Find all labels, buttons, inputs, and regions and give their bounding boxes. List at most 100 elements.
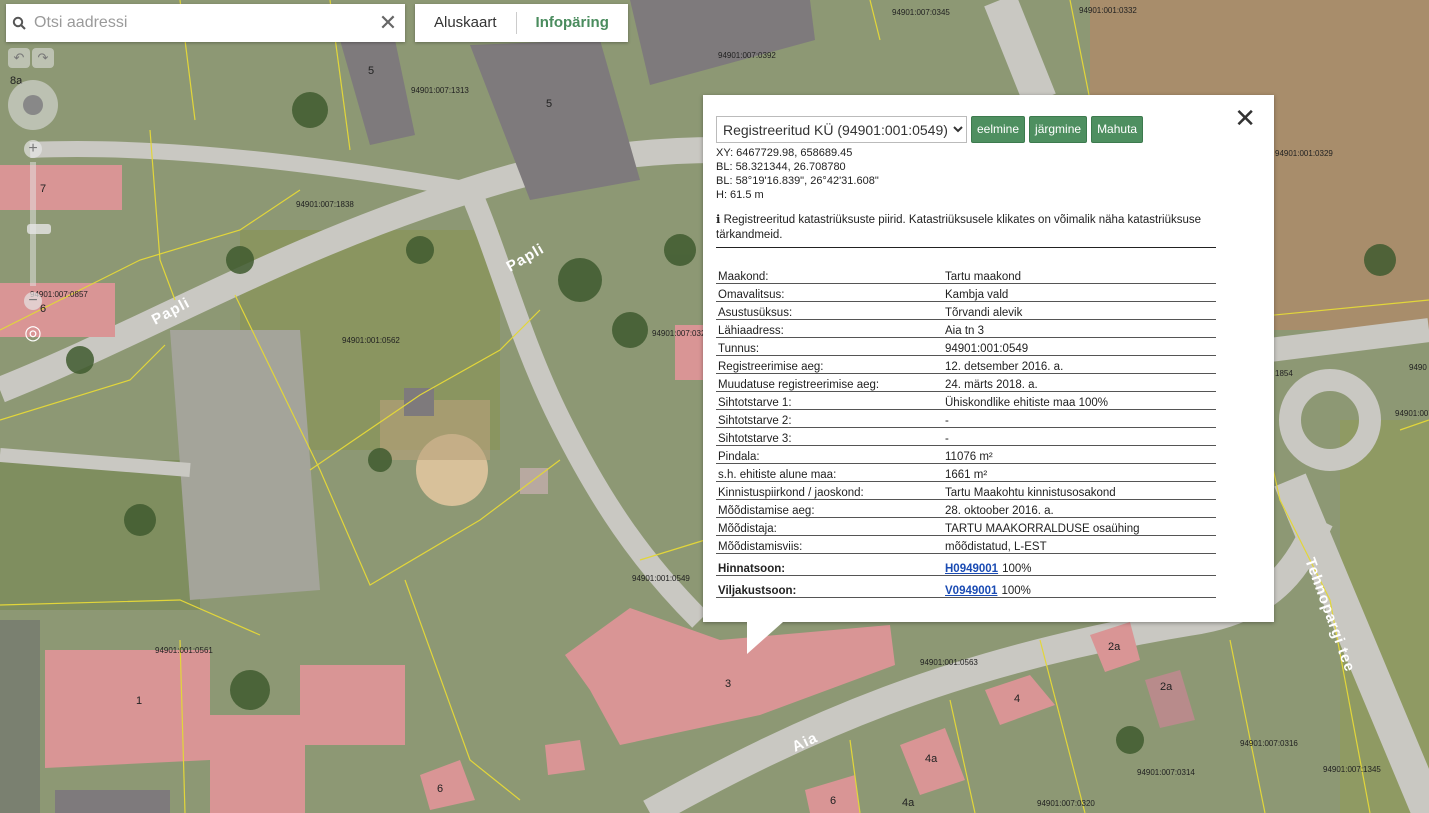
- attribute-value: -: [943, 409, 1216, 428]
- parcel-label: 9490: [1409, 363, 1427, 372]
- parcel-label: 94901:001:0563: [920, 658, 978, 667]
- parcel-label: 94901:007:0320: [1037, 799, 1095, 808]
- info-popup: ✕ Registreeritud KÜ (94901:001:0549) eel…: [703, 95, 1274, 654]
- info-icon: ℹ: [716, 214, 721, 226]
- attribute-value: mõõdistatud, L-EST: [943, 535, 1216, 554]
- attribute-key: Asustusüksus:: [716, 301, 943, 320]
- building-number: 6: [437, 783, 443, 795]
- attribute-value: 1661 m²: [943, 463, 1216, 482]
- parcel-label: 94901:001:0561: [155, 646, 213, 655]
- table-row: Maakond: Tartu maakond: [716, 266, 1216, 284]
- zone-link[interactable]: V0949001: [945, 585, 997, 597]
- table-row: Mõõdistamisviis: mõõdistatud, L-EST: [716, 535, 1216, 554]
- zone-link[interactable]: H0949001: [945, 563, 998, 575]
- attribute-key: s.h. ehitiste alune maa:: [716, 463, 943, 482]
- attribute-key: Sihtotstarve 1:: [716, 391, 943, 410]
- attribute-value: 28. oktoober 2016. a.: [943, 499, 1216, 518]
- building-number: 1: [136, 695, 142, 707]
- attribute-key: Sihtotstarve 3:: [716, 427, 943, 446]
- attribute-value: Aia tn 3: [943, 319, 1216, 338]
- parcel-label: 94901:007:0314: [1137, 768, 1195, 777]
- parcel-attributes-table: Maakond: Tartu maakond Omavalitsus: Kambja …: [716, 266, 1216, 598]
- parcel-label: 1854: [1275, 369, 1293, 378]
- popup-toolbar: Registreeritud KÜ (94901:001:0549) eelmi…: [716, 116, 1144, 143]
- close-icon[interactable]: ✕: [1234, 105, 1256, 131]
- popup-pointer: [747, 622, 783, 654]
- attribute-key: Hinnatsoon:: [716, 553, 943, 576]
- attribute-key: Pindala:: [716, 445, 943, 464]
- parcel-label: 94901:007:1838: [296, 200, 354, 209]
- attribute-value: TARTU MAAKORRALDUSE osaühing: [943, 517, 1216, 536]
- attribute-key: Muudatuse registreerimise aeg:: [716, 373, 943, 392]
- attribute-value: Tartu Maakohtu kinnistusosakond: [943, 481, 1216, 500]
- table-row: Registreerimise aeg: 12. detsember 2016. …: [716, 355, 1216, 374]
- coord-bl-decimal: BL: 58.321344, 26.708780: [716, 161, 846, 173]
- layer-select[interactable]: Registreeritud KÜ (94901:001:0549): [716, 116, 967, 143]
- zone-percent: 100%: [1002, 563, 1032, 575]
- mode-tabs: Aluskaart Infopäring: [415, 4, 628, 42]
- tab-aluskaart[interactable]: Aluskaart: [415, 12, 516, 34]
- table-row: Sihtotstarve 2: -: [716, 409, 1216, 428]
- building-number: 2a: [1160, 681, 1173, 693]
- attribute-value: 94901:001:0549: [943, 337, 1216, 356]
- zoom-in-button[interactable]: +: [24, 140, 42, 158]
- attribute-key: Tunnus:: [716, 337, 943, 356]
- attribute-value: -: [943, 427, 1216, 446]
- parcel-label: 94901:007:0345: [892, 8, 950, 17]
- history-nav: ↶ ↷: [8, 48, 54, 68]
- zoom-track[interactable]: [27, 162, 51, 286]
- forward-arrow-icon[interactable]: ↷: [32, 48, 54, 68]
- zoom-slider[interactable]: + −: [24, 140, 51, 310]
- attribute-value: H0949001 100%: [943, 553, 1216, 576]
- attribute-value: Kambja vald: [943, 283, 1216, 302]
- table-row: Mõõdistaja: TARTU MAAKORRALDUSE osaühing: [716, 517, 1216, 536]
- estonia-map-icon: [23, 95, 43, 115]
- prev-button[interactable]: eelmine: [971, 116, 1026, 143]
- zone-percent: 100%: [1001, 585, 1031, 597]
- parcel-label: 94901:007:1313: [411, 86, 469, 95]
- attribute-key: Viljakustsoon:: [716, 575, 943, 598]
- search-icon[interactable]: [6, 16, 32, 30]
- table-row: Muudatuse registreerimise aeg: 24. märts …: [716, 373, 1216, 392]
- tab-infoparing[interactable]: Infopäring: [515, 12, 628, 34]
- layer-info-note: ℹ Registreeritud katastriüksuste piirid.…: [716, 213, 1216, 248]
- clear-button[interactable]: Mahuta: [1091, 116, 1144, 143]
- address-search-input[interactable]: [32, 7, 371, 39]
- building-number: 5: [546, 98, 552, 110]
- coord-height: H: 61.5 m: [716, 189, 764, 201]
- building-number: 3: [725, 678, 731, 690]
- table-row: Tunnus: 94901:001:0549: [716, 337, 1216, 356]
- coord-bl-dms: BL: 58°19'16.839", 26°42'31.608": [716, 175, 879, 187]
- parcel-label: 94901:007:032: [652, 329, 706, 338]
- locate-me-icon[interactable]: ◎: [22, 322, 44, 344]
- building-number: 6: [830, 795, 836, 807]
- clear-search-icon[interactable]: ✕: [371, 10, 405, 36]
- attribute-key: Mõõdistamise aeg:: [716, 499, 943, 518]
- attribute-key: Kinnistuspiirkond / jaoskond:: [716, 481, 943, 500]
- attribute-key: Registreerimise aeg:: [716, 355, 943, 374]
- attribute-value: 11076 m²: [943, 445, 1216, 464]
- attribute-value: Tartu maakond: [943, 266, 1216, 284]
- zoom-thumb[interactable]: [27, 224, 51, 234]
- table-row: Lähiaadress: Aia tn 3: [716, 319, 1216, 338]
- building-number: 2a: [1108, 641, 1121, 653]
- back-arrow-icon[interactable]: ↶: [8, 48, 30, 68]
- table-row: Kinnistuspiirkond / jaoskond: Tartu Maako…: [716, 481, 1216, 500]
- table-row: Hinnatsoon: H0949001 100%: [716, 553, 1216, 576]
- attribute-key: Mõõdistaja:: [716, 517, 943, 536]
- next-button[interactable]: järgmine: [1029, 116, 1088, 143]
- attribute-value: V0949001 100%: [943, 575, 1216, 598]
- address-search-box: ✕: [6, 4, 405, 42]
- table-row: Asustusüksus: Tõrvandi alevik: [716, 301, 1216, 320]
- attribute-value: 12. detsember 2016. a.: [943, 355, 1216, 374]
- pan-compass[interactable]: [8, 80, 58, 130]
- attribute-value: 24. märts 2018. a.: [943, 373, 1216, 392]
- table-row: s.h. ehitiste alune maa: 1661 m²: [716, 463, 1216, 482]
- table-row: Omavalitsus: Kambja vald: [716, 283, 1216, 302]
- parcel-label: 94901:001:0562: [342, 336, 400, 345]
- parcel-label: 94901:007:1345: [1323, 765, 1381, 774]
- building-number: 4a: [925, 753, 938, 765]
- coord-xy: XY: 6467729.98, 658689.45: [716, 147, 853, 159]
- attribute-key: Sihtotstarve 2:: [716, 409, 943, 428]
- zoom-out-button[interactable]: −: [24, 292, 42, 310]
